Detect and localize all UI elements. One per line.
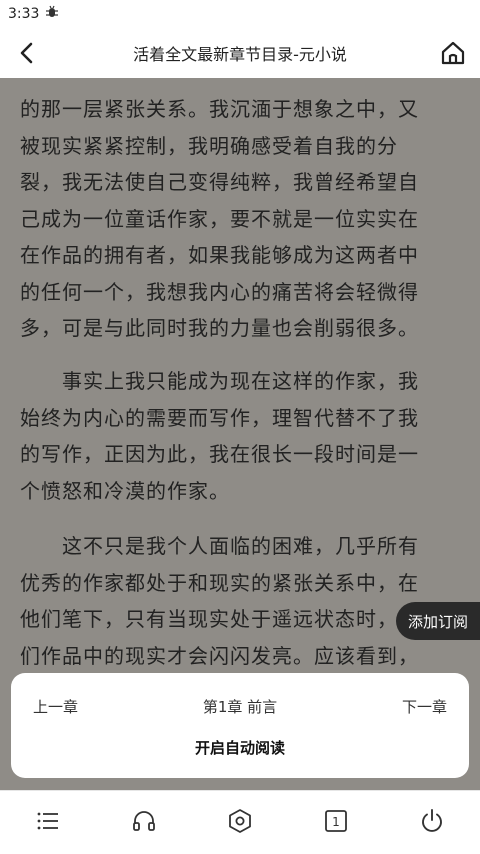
text-line: 事实上我只能成为现在这样的作家，我 <box>20 369 419 393</box>
text-line: 始终为内心的需要而写作，理智代替不了我 <box>20 405 419 430</box>
add-subscription-button[interactable]: 添加订阅 <box>396 602 480 640</box>
bug-icon <box>45 5 59 23</box>
page-number-glyph: 1 <box>332 815 340 829</box>
text-line: 的任何一个，我想我内心的痛苦将会轻微得 <box>20 279 419 304</box>
text-line: 裂，我无法使自己变得纯粹，我曾经希望自 <box>20 170 419 194</box>
headphones-icon[interactable] <box>130 807 158 835</box>
text-line: 个愤怒和冷漠的作家。 <box>20 478 230 503</box>
text-line: 多，可是与此同时我的力量也会削弱很多。 <box>20 316 419 340</box>
auto-read-button[interactable]: 开启自动阅读 <box>11 737 469 758</box>
text-line: 的写作，正因为此，我在很长一段时间是一 <box>20 442 419 466</box>
text-line: 这不只是我个人面临的困难，几乎所有 <box>20 534 419 558</box>
settings-hexagon-icon[interactable] <box>226 807 254 835</box>
paragraph: 事实上我只能成为现在这样的作家，我 始终为内心的需要而写作，理智代替不了我 的写… <box>20 363 464 509</box>
status-bar: 3:33 <box>0 0 480 28</box>
menu-list-icon[interactable] <box>34 807 62 835</box>
current-chapter-label: 第1章 前言 <box>202 698 278 716</box>
bottom-toolbar: 1 <box>0 790 480 854</box>
text-line: 被现实紧紧控制，我明确感受着自我的分 <box>20 133 398 158</box>
text-line: 优秀的作家都处于和现实的紧张关系中，在 <box>20 570 419 595</box>
paragraph: 这不只是我个人面临的困难，几乎所有 优秀的作家都处于和现实的紧张关系中，在 他们… <box>20 528 464 674</box>
text-line: 的那一层紧张关系。我沉湎于想象之中，又 <box>20 97 419 121</box>
status-time: 3:33 <box>8 6 40 22</box>
text-line: 己成为一位童话作家，要不就是一位实实在 <box>20 206 419 231</box>
top-nav-bar: 活着全文最新章节目录-元小说 <box>0 28 480 78</box>
power-icon[interactable] <box>418 807 446 835</box>
reading-area[interactable]: 的那一层紧张关系。我沉湎于想象之中，又 被现实紧紧控制，我明确感受着自我的分 裂… <box>0 78 480 678</box>
text-line: 们作品中的现实才会闪闪发亮。应该看到， <box>20 643 419 668</box>
home-icon[interactable] <box>438 38 468 68</box>
paragraph: 的那一层紧张关系。我沉湎于想象之中，又 被现实紧紧控制，我明确感受着自我的分 裂… <box>20 91 464 347</box>
chapter-control-panel: 上一章 第1章 前言 下一章 开启自动阅读 <box>11 673 469 778</box>
page-title: 活着全文最新章节目录-元小说 <box>133 45 347 64</box>
page-number-icon[interactable]: 1 <box>322 807 350 835</box>
next-chapter-button[interactable]: 下一章 <box>402 696 447 717</box>
back-arrow-icon[interactable] <box>12 38 42 68</box>
text-line: 在作品的拥有者，如果我能够成为这两者中 <box>20 243 419 267</box>
